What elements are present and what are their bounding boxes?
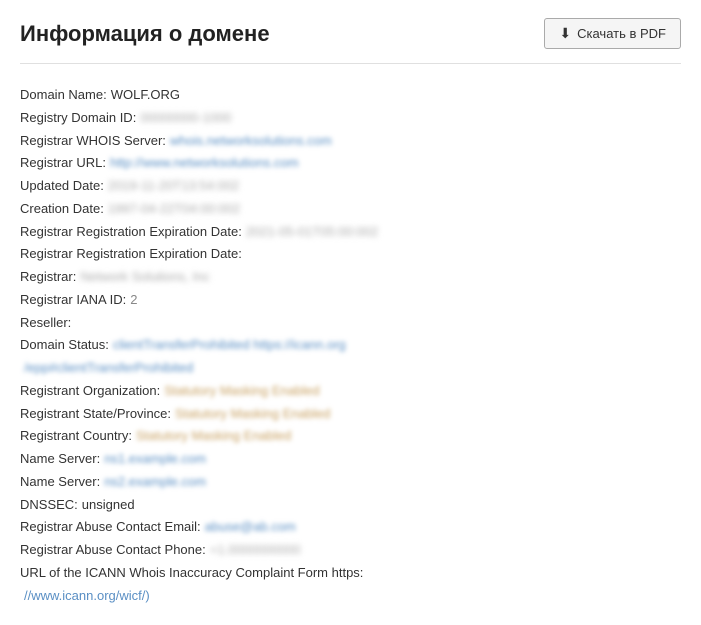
registrar-whois-value: whois.networksolutions.com <box>170 130 332 153</box>
updated-date-value: 2019-11-20T13:54:002 <box>108 175 239 198</box>
abuse-email-value: abuse@ab.com <box>205 516 296 539</box>
updated-date-line: Updated Date: 2019-11-20T13:54:002 <box>20 175 681 198</box>
ns1-line: Name Server: ns1.example.com <box>20 448 681 471</box>
abuse-phone-label: Registrar Abuse Contact Phone: <box>20 539 206 562</box>
iana-id-value: 2 <box>130 289 137 312</box>
registrar-url-line: Registrar URL: http://www.networksolutio… <box>20 152 681 175</box>
domain-status-label: Domain Status: <box>20 334 109 357</box>
icann-value-line: //www.icann.org/wicf/) <box>20 585 681 608</box>
dnssec-label: DNSSEC: <box>20 494 78 517</box>
icann-line: URL of the ICANN Whois Inaccuracy Compla… <box>20 562 681 585</box>
icann-value: //www.icann.org/wicf/) <box>24 585 150 608</box>
expiration2-label: Registrar Registration Expiration Date: <box>20 243 242 266</box>
abuse-email-line: Registrar Abuse Contact Email: abuse@ab.… <box>20 516 681 539</box>
download-icon: ⬇ <box>559 25 571 42</box>
iana-id-line: Registrar IANA ID: 2 <box>20 289 681 312</box>
download-label: Скачать в PDF <box>577 26 666 41</box>
registry-id-value: 00000000-1000 <box>140 107 231 130</box>
dnssec-line: DNSSEC: unsigned <box>20 494 681 517</box>
registrar-url-label: Registrar URL: <box>20 152 106 175</box>
registrant-org-line: Registrant Organization: Statutory Maski… <box>20 380 681 403</box>
expiration2-line: Registrar Registration Expiration Date: <box>20 243 681 266</box>
icann-label: URL of the ICANN Whois Inaccuracy Compla… <box>20 562 363 585</box>
page-title: Информация о домене <box>20 21 270 47</box>
domain-status-value2: /epp#clientTransferProhibited <box>24 357 193 380</box>
registrar-label: Registrar: <box>20 266 76 289</box>
expiration1-label: Registrar Registration Expiration Date: <box>20 221 242 244</box>
expiration1-value: 2021-05-01T05:00:002 <box>246 221 378 244</box>
iana-id-label: Registrar IANA ID: <box>20 289 126 312</box>
registrant-country-line: Registrant Country: Statutory Masking En… <box>20 425 681 448</box>
abuse-phone-value: +1.0000000000 <box>210 539 301 562</box>
abuse-email-label: Registrar Abuse Contact Email: <box>20 516 201 539</box>
registry-id-line: Registry Domain ID: 00000000-1000 <box>20 107 681 130</box>
ns2-value: ns2.example.com <box>104 471 206 494</box>
creation-date-line: Creation Date: 1997-04-22T04:00:002 <box>20 198 681 221</box>
registrar-whois-label: Registrar WHOIS Server: <box>20 130 166 153</box>
creation-date-label: Creation Date: <box>20 198 104 221</box>
dnssec-value: unsigned <box>82 494 135 517</box>
registry-id-label: Registry Domain ID: <box>20 107 136 130</box>
registrant-country-label: Registrant Country: <box>20 425 132 448</box>
domain-name-line: Domain Name: WOLF.ORG <box>20 84 681 107</box>
registrar-whois-line: Registrar WHOIS Server: whois.networksol… <box>20 130 681 153</box>
registrar-line: Registrar: Network Solutions, Inc <box>20 266 681 289</box>
domain-status-line: Domain Status: clientTransferProhibited … <box>20 334 681 357</box>
registrant-state-line: Registrant State/Province: Statutory Mas… <box>20 403 681 426</box>
ns1-value: ns1.example.com <box>104 448 206 471</box>
updated-date-label: Updated Date: <box>20 175 104 198</box>
header-row: Информация о домене ⬇ Скачать в PDF <box>20 18 681 64</box>
ns2-line: Name Server: ns2.example.com <box>20 471 681 494</box>
reseller-label: Reseller: <box>20 312 71 335</box>
domain-status-value: clientTransferProhibited https://icann.o… <box>113 334 346 357</box>
page-container: Информация о домене ⬇ Скачать в PDF Doma… <box>0 0 701 625</box>
registrant-org-label: Registrant Organization: <box>20 380 160 403</box>
reseller-line: Reseller: <box>20 312 681 335</box>
registrar-url-value: http://www.networksolutions.com <box>110 152 299 175</box>
ns1-label: Name Server: <box>20 448 100 471</box>
expiration1-line: Registrar Registration Expiration Date: … <box>20 221 681 244</box>
whois-content: Domain Name: WOLF.ORG Registry Domain ID… <box>20 84 681 607</box>
download-pdf-button[interactable]: ⬇ Скачать в PDF <box>544 18 681 49</box>
ns2-label: Name Server: <box>20 471 100 494</box>
domain-status-line2: /epp#clientTransferProhibited <box>20 357 681 380</box>
domain-name-value: WOLF.ORG <box>111 84 180 107</box>
registrant-state-value: Statutory Masking Enabled <box>175 403 330 426</box>
creation-date-value: 1997-04-22T04:00:002 <box>108 198 240 221</box>
registrant-org-value: Statutory Masking Enabled <box>164 380 319 403</box>
registrar-value: Network Solutions, Inc <box>80 266 209 289</box>
abuse-phone-line: Registrar Abuse Contact Phone: +1.000000… <box>20 539 681 562</box>
registrant-state-label: Registrant State/Province: <box>20 403 171 426</box>
registrant-country-value: Statutory Masking Enabled <box>136 425 291 448</box>
domain-name-label: Domain Name: <box>20 84 107 107</box>
